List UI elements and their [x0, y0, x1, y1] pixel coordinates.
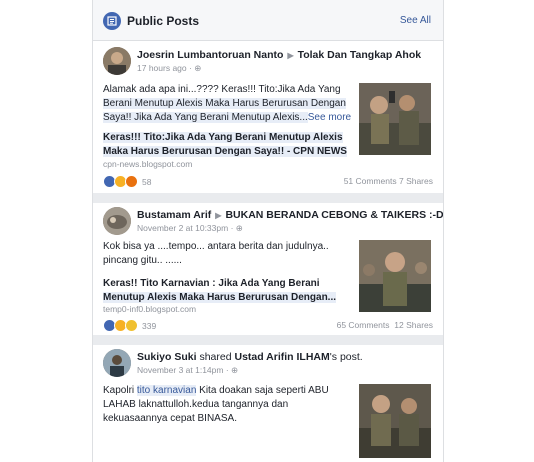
link-title-line: Keras!! Tito Karnavian : Jika Ada Yang B…	[103, 278, 320, 289]
original-author[interactable]: Ustad Arifin ILHAM	[234, 351, 329, 363]
globe-icon: ⊕	[194, 63, 202, 73]
post-text: Kapolri tito karnavian Kita doakan saja …	[103, 384, 353, 426]
post-time[interactable]: November 3 at 1:14pm	[137, 365, 223, 375]
group-name[interactable]: Tolak Dan Tangkap Ahok	[298, 49, 422, 61]
post-meta: 17 hours ago · ⊕	[137, 63, 202, 73]
reaction-count[interactable]: 339	[142, 321, 156, 331]
public-posts-panel: Public Posts See All Joesrin Lumbantorua…	[92, 0, 444, 462]
post-text: Alamak ada apa ini...???? Keras!!! Tito:…	[103, 83, 353, 125]
author-name[interactable]: Bustamam Arif	[137, 209, 211, 221]
post-image[interactable]	[359, 384, 431, 458]
link-url[interactable]: cpn-news.blogspot.com	[103, 159, 192, 169]
post-text-line: Alamak ada apa ini...???? Keras!!! Tito:…	[103, 84, 341, 95]
post-time[interactable]: November 2 at 10:33pm	[137, 223, 228, 233]
post-text-line: Berani Menutup Alexis Maka Harus Berurus…	[103, 98, 346, 109]
see-all-link[interactable]: See All	[400, 15, 431, 26]
link-title[interactable]: Keras!!! Tito:Jika Ada Yang Berani Menut…	[103, 131, 353, 159]
post-author-line: Bustamam Arif ▶ BUKAN BERANDA CEBONG & TAI…	[137, 209, 443, 221]
post-card: Sukiyo Suki shared Ustad Arifin ILHAM's …	[93, 345, 443, 462]
avatar[interactable]	[103, 207, 131, 235]
avatar[interactable]	[103, 349, 131, 377]
post-separator	[93, 335, 443, 345]
link-url[interactable]: temp0-inf0.blogspot.com	[103, 304, 196, 314]
post-author-line: Sukiyo Suki shared Ustad Arifin ILHAM's …	[137, 351, 363, 363]
globe-icon: ⊕	[231, 365, 239, 375]
group-name[interactable]: BUKAN BERANDA CEBONG & TAIKERS :-D	[225, 209, 443, 221]
post-text-part: Kapolri	[103, 385, 137, 396]
post-text-line: Saya!! Jika Ada Yang Berani Menutup Alex…	[103, 112, 308, 123]
arrow-right-icon: ▶	[287, 51, 294, 60]
link-title-line: Menutup Alexis Maka Harus Berurusan Deng…	[103, 292, 337, 303]
comments-count[interactable]: 65 Comments	[337, 320, 390, 330]
post-meta: November 3 at 1:14pm · ⊕	[137, 365, 239, 375]
arrow-right-icon: ▶	[215, 211, 222, 220]
post-text-line: kekuasaannya cepat BINASA.	[103, 413, 237, 424]
author-name[interactable]: Joesrin Lumbantoruan Nanto	[137, 49, 283, 61]
post-text-line: LAHAB laknattulloh.kedua tangannya dan	[103, 399, 289, 410]
shares-count[interactable]: 12 Shares	[394, 320, 433, 330]
panel-title: Public Posts	[127, 14, 200, 28]
post-text-part: Kita doakan saja seperti ABU	[196, 385, 329, 396]
reaction-count[interactable]: 58	[142, 177, 151, 187]
author-name[interactable]: Sukiyo Suki	[137, 351, 197, 363]
comment-share-stats[interactable]: 51 Comments 7 Shares	[344, 176, 433, 186]
posts-icon	[103, 12, 121, 30]
post-suffix: 's post.	[329, 351, 363, 363]
link-title-line: Keras!!! Tito:Jika Ada Yang Berani Menut…	[103, 132, 343, 143]
avatar[interactable]	[103, 47, 131, 75]
link-thumbnail[interactable]	[359, 240, 431, 312]
post-author-line: Joesrin Lumbantoruan Nanto ▶ Tolak Dan Tan…	[137, 49, 421, 61]
post-card: Joesrin Lumbantoruan Nanto ▶ Tolak Dan Tan…	[93, 41, 443, 193]
link-title-line: Maka Harus Berurusan Dengan Saya!! - CPN…	[103, 146, 347, 157]
comment-share-stats: 65 Comments 12 Shares	[337, 320, 433, 330]
reactions-row: 339 65 Comments 12 Shares	[103, 319, 433, 333]
tagged-name[interactable]: tito karnavian	[136, 385, 197, 396]
see-more-link[interactable]: See more	[308, 112, 351, 123]
reactions-row: 58 51 Comments 7 Shares	[103, 175, 433, 189]
wow-icon[interactable]	[125, 319, 138, 332]
post-text: Kok bisa ya ....tempo... antara berita d…	[103, 240, 353, 268]
post-card: Bustamam Arif ▶ BUKAN BERANDA CEBONG & TAI…	[93, 203, 443, 335]
post-separator	[93, 193, 443, 203]
link-thumbnail[interactable]	[359, 83, 431, 155]
post-time[interactable]: 17 hours ago	[137, 63, 187, 73]
shared-label: shared	[199, 351, 232, 363]
link-title[interactable]: Keras!! Tito Karnavian : Jika Ada Yang B…	[103, 277, 353, 305]
post-meta: November 2 at 10:33pm · ⊕	[137, 223, 243, 233]
post-text-line: pincang gitu.. ......	[103, 255, 182, 266]
post-text-line: Kok bisa ya ....tempo... antara berita d…	[103, 241, 329, 252]
globe-icon: ⊕	[235, 223, 243, 233]
panel-header: Public Posts See All	[93, 0, 443, 41]
angry-icon[interactable]	[125, 175, 138, 188]
